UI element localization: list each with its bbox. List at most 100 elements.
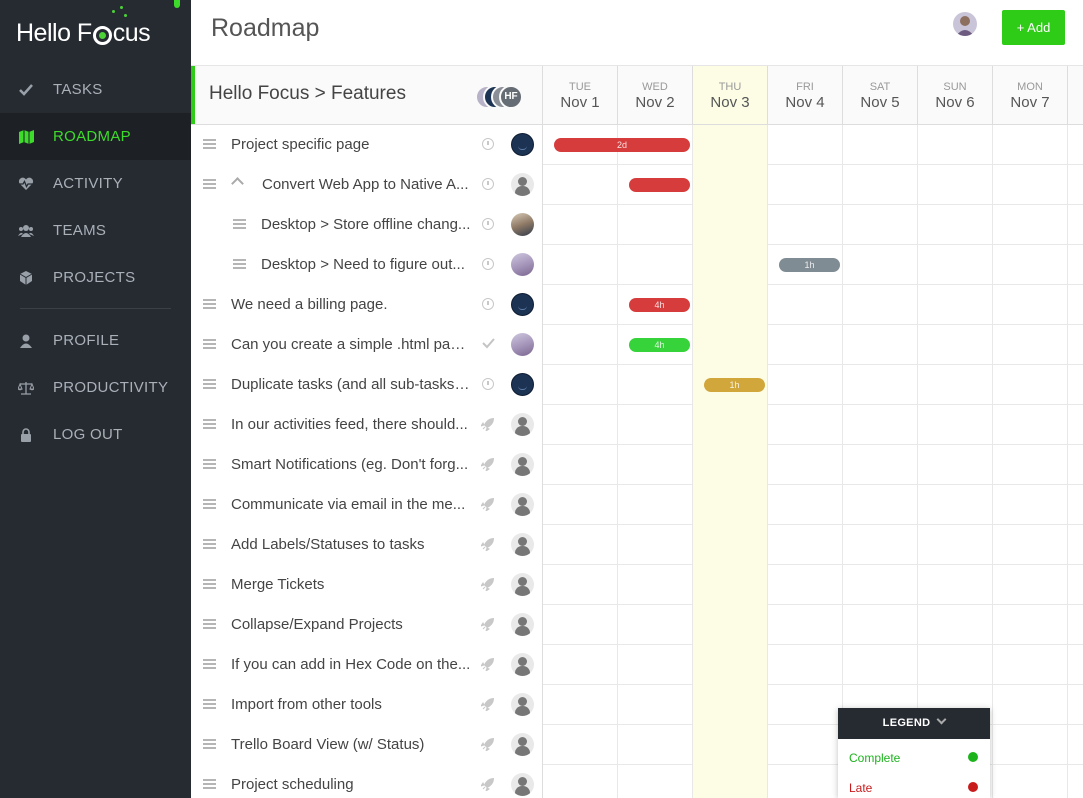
rocket-icon[interactable] (479, 737, 495, 753)
day-cell[interactable] (993, 165, 1068, 205)
task-title[interactable]: Can you create a simple .html pag... (231, 336, 471, 353)
check-icon[interactable] (481, 337, 495, 351)
rocket-icon[interactable] (479, 657, 495, 673)
day-cell[interactable] (768, 125, 843, 165)
day-cell[interactable] (693, 765, 768, 798)
rocket-icon[interactable] (479, 697, 495, 713)
day-cell[interactable] (993, 725, 1068, 765)
sidebar-item-teams[interactable]: TEAMS (0, 207, 191, 254)
day-cell[interactable] (693, 605, 768, 645)
task-cell[interactable]: Desktop > Store offline chang... (191, 205, 543, 245)
day-cell[interactable] (918, 485, 993, 525)
legend-toggle[interactable]: LEGEND (838, 708, 990, 739)
assignee-avatar[interactable] (511, 773, 534, 796)
day-cell[interactable] (543, 165, 618, 205)
sidebar-item-productivity[interactable]: PRODUCTIVITY (0, 364, 191, 411)
schedule-bar[interactable]: 4h (629, 338, 690, 352)
day-cell[interactable] (843, 285, 918, 325)
day-cell[interactable] (918, 365, 993, 405)
day-cell[interactable] (993, 605, 1068, 645)
task-cell[interactable]: Add Labels/Statuses to tasks (191, 525, 543, 565)
drag-handle-icon[interactable] (203, 699, 216, 709)
assignee-avatar[interactable] (511, 733, 534, 756)
task-title[interactable]: Merge Tickets (231, 576, 471, 593)
task-title[interactable]: Duplicate tasks (and all sub-tasks)... (231, 376, 471, 393)
day-cell[interactable] (993, 645, 1068, 685)
day-cell[interactable] (993, 365, 1068, 405)
assignee-avatar[interactable] (511, 573, 534, 596)
task-title[interactable]: Smart Notifications (eg. Don't forg... (231, 456, 471, 473)
day-cell[interactable] (843, 565, 918, 605)
clock-icon[interactable] (481, 217, 495, 231)
day-cell[interactable] (543, 645, 618, 685)
day-cell[interactable] (768, 725, 843, 765)
day-cell[interactable] (693, 565, 768, 605)
day-cell[interactable] (843, 205, 918, 245)
sidebar-item-activity[interactable]: ACTIVITY (0, 160, 191, 207)
day-cell[interactable] (693, 245, 768, 285)
assignee-avatar[interactable] (511, 453, 534, 476)
drag-handle-icon[interactable] (203, 659, 216, 669)
day-cell[interactable] (993, 565, 1068, 605)
user-avatar[interactable] (953, 12, 977, 36)
project-title[interactable]: Hello Focus > Features (209, 83, 406, 105)
task-cell[interactable]: Project scheduling (191, 765, 543, 798)
day-cell[interactable] (543, 565, 618, 605)
day-cell[interactable] (768, 445, 843, 485)
assignee-avatar[interactable] (511, 213, 534, 236)
rocket-icon[interactable] (479, 577, 495, 593)
add-button[interactable]: + Add (1002, 10, 1065, 45)
day-cell[interactable] (543, 405, 618, 445)
day-cell[interactable] (993, 285, 1068, 325)
day-cell[interactable] (618, 205, 693, 245)
day-cell[interactable] (618, 365, 693, 405)
day-cell[interactable] (843, 445, 918, 485)
day-cell[interactable] (618, 725, 693, 765)
task-cell[interactable]: Merge Tickets (191, 565, 543, 605)
clock-icon[interactable] (481, 377, 495, 391)
drag-handle-icon[interactable] (203, 299, 216, 309)
day-cell[interactable] (993, 485, 1068, 525)
day-cell[interactable] (918, 525, 993, 565)
sidebar-item-profile[interactable]: PROFILE (0, 317, 191, 364)
drag-handle-icon[interactable] (203, 419, 216, 429)
day-cell[interactable] (618, 485, 693, 525)
day-cell[interactable] (618, 645, 693, 685)
assignee-avatar[interactable] (511, 653, 534, 676)
task-title[interactable]: Desktop > Need to figure out... (261, 256, 471, 273)
day-cell[interactable] (918, 445, 993, 485)
task-cell[interactable]: Convert Web App to Native A... (191, 165, 543, 205)
task-cell[interactable]: Smart Notifications (eg. Don't forg... (191, 445, 543, 485)
assignee-avatar[interactable] (511, 533, 534, 556)
day-cell[interactable] (693, 285, 768, 325)
day-cell[interactable] (993, 405, 1068, 445)
task-cell[interactable]: Collapse/Expand Projects (191, 605, 543, 645)
day-cell[interactable] (693, 445, 768, 485)
drag-handle-icon[interactable] (203, 739, 216, 749)
day-cell[interactable] (543, 605, 618, 645)
day-cell[interactable] (993, 445, 1068, 485)
task-cell[interactable]: Import from other tools (191, 685, 543, 725)
day-cell[interactable] (618, 605, 693, 645)
drag-handle-icon[interactable] (203, 619, 216, 629)
day-cell[interactable] (768, 565, 843, 605)
task-cell[interactable]: If you can add in Hex Code on the... (191, 645, 543, 685)
task-title[interactable]: If you can add in Hex Code on the... (231, 656, 471, 673)
day-cell[interactable] (768, 685, 843, 725)
day-cell[interactable] (843, 245, 918, 285)
task-title[interactable]: Trello Board View (w/ Status) (231, 736, 471, 753)
day-cell[interactable] (993, 325, 1068, 365)
task-title[interactable]: Communicate via email in the me... (231, 496, 471, 513)
task-title[interactable]: Collapse/Expand Projects (231, 616, 471, 633)
day-cell[interactable] (918, 325, 993, 365)
day-cell[interactable] (918, 645, 993, 685)
day-cell[interactable] (693, 165, 768, 205)
day-cell[interactable] (768, 645, 843, 685)
schedule-bar[interactable]: 1h (779, 258, 840, 272)
day-cell[interactable] (843, 165, 918, 205)
project-members[interactable]: HF (475, 85, 539, 109)
drag-handle-icon[interactable] (203, 499, 216, 509)
day-cell[interactable] (918, 205, 993, 245)
assignee-avatar[interactable] (511, 493, 534, 516)
assignee-avatar[interactable] (511, 333, 534, 356)
